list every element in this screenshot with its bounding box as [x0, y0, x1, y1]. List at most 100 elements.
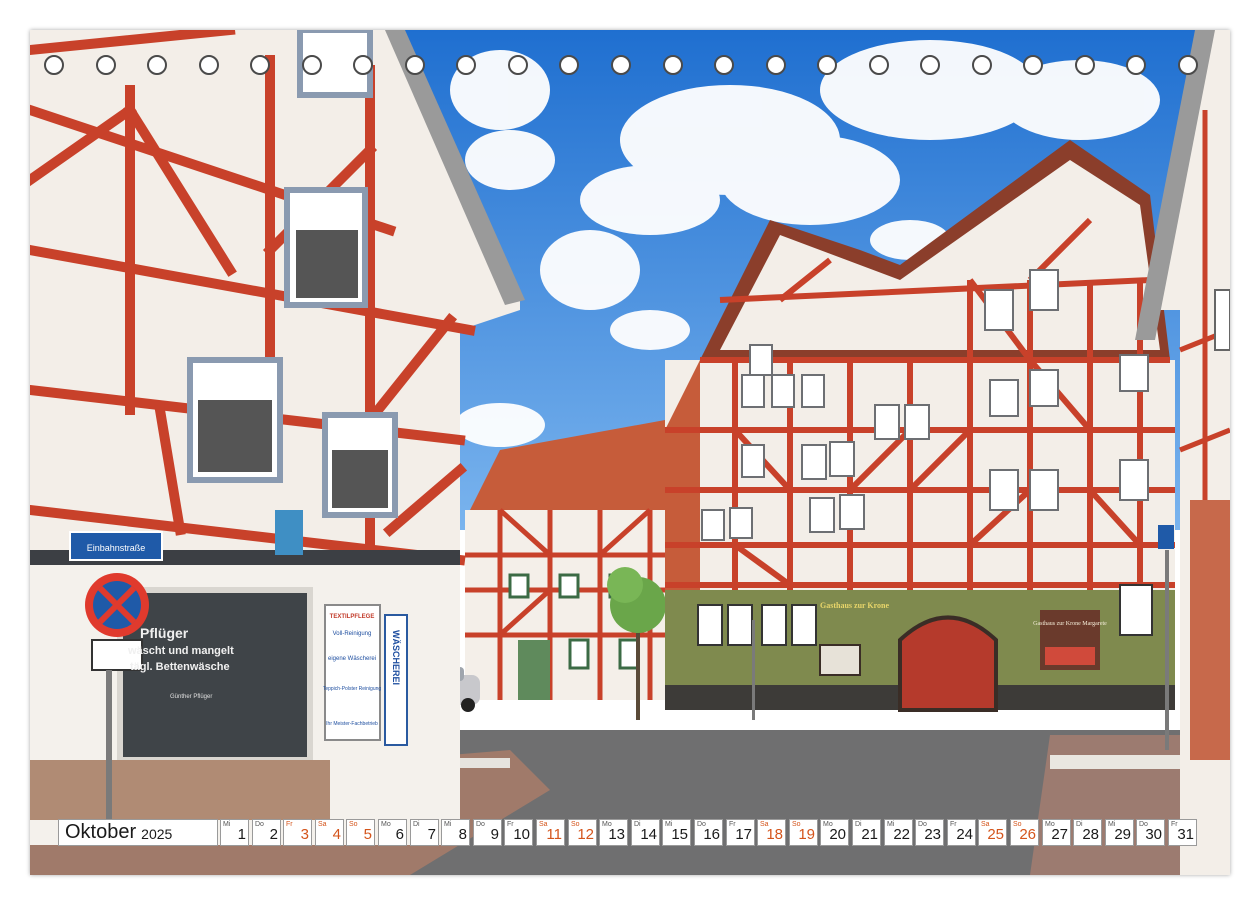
binding-hole [1126, 55, 1146, 75]
day-number: 13 [608, 826, 625, 843]
binding-hole [1023, 55, 1043, 75]
binding-hole [302, 55, 322, 75]
binding-hole [869, 55, 889, 75]
calendar-day: Do 2 [252, 819, 281, 846]
month-year: 2025 [141, 826, 173, 842]
calendar-day: Do 30 [1136, 819, 1165, 846]
binding-hole [96, 55, 116, 75]
binding-hole [972, 55, 992, 75]
binding-hole [456, 55, 476, 75]
calendar-day: Do 23 [915, 819, 944, 846]
calendar-day: Mi 22 [884, 819, 913, 846]
poster-line-3: Teppich-Polster Reinigung [323, 686, 382, 692]
calendar-day: Mo 6 [378, 819, 407, 846]
calendar-day: Do 16 [694, 819, 723, 846]
inn-left-text: Gasthaus zur Krone [820, 601, 889, 610]
weekday-label: Mo [381, 821, 391, 828]
day-number: 29 [1114, 826, 1131, 843]
calendar-day: Sa 4 [315, 819, 344, 846]
red-gate [898, 615, 998, 712]
day-number: 28 [1082, 826, 1099, 843]
vertical-sign-text: WÄSCHEREI [391, 630, 401, 685]
calendar-day: Fr 24 [947, 819, 976, 846]
binding-hole [353, 55, 373, 75]
calendar-day: So 12 [568, 819, 597, 846]
day-number: 17 [735, 826, 752, 843]
binding-hole [1178, 55, 1198, 75]
weekday-label: Di [413, 821, 420, 828]
binding-hole [1075, 55, 1095, 75]
calendar-day: Mi 29 [1105, 819, 1134, 846]
shop-slogan-text: wäscht und mangelt [127, 645, 234, 657]
calendar-day: Mo 20 [820, 819, 849, 846]
calendar-day: Fr 10 [504, 819, 533, 846]
calendar-day: Mo 27 [1042, 819, 1071, 846]
calendar-day: Fr 3 [283, 819, 312, 846]
calendar-day: Fr 17 [726, 819, 755, 846]
day-number: 26 [1019, 826, 1036, 843]
calendar-day: So 19 [789, 819, 818, 846]
binding-hole [559, 55, 579, 75]
binding-hole [663, 55, 683, 75]
day-number: 9 [490, 826, 499, 843]
day-number: 18 [766, 826, 783, 843]
day-number: 16 [703, 826, 720, 843]
day-number: 25 [987, 826, 1004, 843]
calendar-day: Di 7 [410, 819, 439, 846]
center-house [465, 420, 665, 700]
day-number: 30 [1145, 826, 1162, 843]
weekday-label: Sa [318, 821, 327, 828]
day-number: 6 [395, 826, 404, 843]
binding-hole [817, 55, 837, 75]
binding-hole [199, 55, 219, 75]
day-number: 27 [1051, 826, 1068, 843]
weekday-label: Do [255, 821, 264, 828]
binding-hole [714, 55, 734, 75]
day-number: 21 [861, 826, 878, 843]
calendar-day: Sa 11 [536, 819, 565, 846]
day-number: 19 [798, 826, 815, 843]
shop-line3-text: tägl. Bettenwäsche [130, 661, 230, 673]
day-number: 31 [1177, 826, 1194, 843]
day-number: 3 [300, 826, 309, 843]
binding-hole [44, 55, 64, 75]
binding-hole [611, 55, 631, 75]
inn-right-text: Gasthaus zur Krone Margarete [1033, 621, 1107, 627]
day-number: 11 [546, 826, 562, 843]
calendar-day: Sa 18 [757, 819, 786, 846]
day-number: 15 [671, 826, 688, 843]
binding-hole [147, 55, 167, 75]
calendar-day: Mi 1 [220, 819, 249, 846]
calendar-day: Di 28 [1073, 819, 1102, 846]
poster-title-text: TEXTILPFLEGE [330, 614, 375, 620]
day-number: 24 [956, 826, 973, 843]
calendar-day: Mo 13 [599, 819, 628, 846]
calendar-day: Mi 15 [662, 819, 691, 846]
street-sign-text: Einbahnstraße [87, 543, 146, 553]
month-label: Oktober 2025 [58, 819, 218, 846]
day-number: 8 [458, 826, 467, 843]
binding-hole [508, 55, 528, 75]
day-number: 23 [924, 826, 941, 843]
day-number: 7 [427, 826, 436, 843]
binding-hole [405, 55, 425, 75]
calendar-day: Di 14 [631, 819, 660, 846]
weekday-label: Mi [223, 821, 231, 828]
day-number: 22 [893, 826, 910, 843]
photo-half-timbered-houses: Einbahnstraße Pflüger wäscht und mangelt… [30, 30, 1230, 875]
shop-owner-text: Günther Pflüger [170, 694, 212, 700]
day-number: 12 [577, 826, 594, 843]
weekday-label: Mi [444, 821, 452, 828]
calendar-day: Do 9 [473, 819, 502, 846]
binding-hole [250, 55, 270, 75]
calendar-day: So 5 [346, 819, 375, 846]
calendar-day: Mi 8 [441, 819, 470, 846]
calendar-day: Di 21 [852, 819, 881, 846]
poster-line-2: eigene Wäscherei [328, 656, 376, 662]
day-number: 10 [513, 826, 530, 843]
weekday-label: So [349, 821, 358, 828]
calendar-day: So 26 [1010, 819, 1039, 846]
weekday-label: Do [476, 821, 485, 828]
day-number: 2 [269, 826, 278, 843]
day-number: 4 [332, 826, 341, 843]
